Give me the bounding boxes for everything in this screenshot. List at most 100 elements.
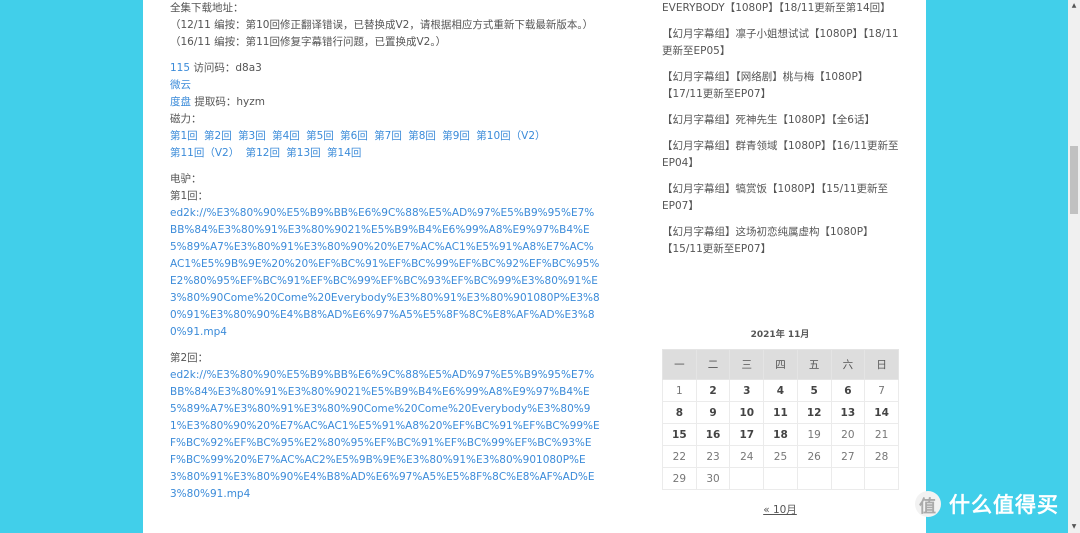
- edonkey-episode: 第1回： ed2k://%E3%80%90%E5%B9%BB%E6%9C%88%…: [170, 188, 600, 341]
- edit-notes: （12/11 编按：第10回修正翻译错误，已替换成V2，请根据相应方式重新下载最…: [170, 17, 600, 51]
- page-content: 全集下载地址： （12/11 编按：第10回修正翻译错误，已替换成V2，请根据相…: [143, 0, 926, 533]
- calendar-empty-cell: [864, 467, 899, 490]
- calendar-days: 1 2 3 4 5 6 7 8 9 10 11 12 13 14 15 16 17 18 19 20 21 22 23 24 2…: [662, 379, 899, 490]
- recent-post-link[interactable]: 【幻月字幕组】凛子小姐想试试【1080P】【18/11更新至EP05】: [662, 26, 902, 60]
- pan115-line: 115 访问码：d8a3: [170, 60, 600, 77]
- magnet-section: 磁力： 第1回 第2回 第3回 第4回 第5回 第6回 第7回 第8回 第9回 …: [170, 111, 600, 162]
- calendar-weekdays: 一二三四五六日: [662, 349, 899, 380]
- recent-post-link[interactable]: 【幻月字幕组】这场初恋纯属虚构【1080P】【15/11更新至EP07】: [662, 224, 902, 258]
- ed2k-link[interactable]: ed2k://%E3%80%90%E5%B9%BB%E6%9C%88%E5%AD…: [170, 205, 600, 341]
- calendar-day: 22: [662, 445, 697, 468]
- calendar-day: 28: [864, 445, 899, 468]
- calendar-day[interactable]: 13: [830, 401, 866, 424]
- recent-post-link[interactable]: 【幻月字幕组】犒赏饭【1080P】【15/11更新至EP07】: [662, 181, 902, 215]
- calendar-day[interactable]: 4: [763, 379, 798, 402]
- pan115-link[interactable]: 115: [170, 62, 190, 74]
- calendar-day[interactable]: 18: [763, 423, 798, 446]
- weekday-header: 一: [662, 349, 697, 380]
- scroll-down-arrow-icon[interactable]: ▼: [1068, 521, 1080, 533]
- weekday-header: 日: [864, 349, 899, 380]
- calendar-title: 2021年 11月: [750, 330, 810, 340]
- calendar-day[interactable]: 6: [830, 379, 866, 402]
- calendar-day[interactable]: 14: [864, 401, 899, 424]
- calendar-day[interactable]: 16: [695, 423, 731, 446]
- weekday-header: 二: [695, 349, 731, 380]
- watermark-text: 什么值得买: [949, 493, 1059, 517]
- calendar-day: 21: [864, 423, 899, 446]
- baidu-line: 度盘 提取码：hyzm: [170, 94, 600, 111]
- calendar-week: 22 23 24 25 26 27 28: [662, 445, 899, 468]
- calendar-day[interactable]: 5: [796, 379, 832, 402]
- calendar-day[interactable]: 10: [729, 401, 765, 424]
- zhi-badge-icon: 值: [915, 491, 941, 517]
- calendar-day: 24: [729, 445, 765, 468]
- ed2k-link[interactable]: ed2k://%E3%80%90%E5%B9%BB%E6%9C%88%E5%AD…: [170, 367, 600, 503]
- calendar-empty-cell: [763, 467, 798, 490]
- calendar-prev-month-link[interactable]: « 10月: [662, 502, 898, 517]
- scrollbar-thumb[interactable]: [1070, 146, 1078, 214]
- post-body: 全集下载地址： （12/11 编按：第10回修正翻译错误，已替换成V2，请根据相…: [170, 0, 600, 512]
- magnet-episode-link[interactable]: 第14回: [327, 147, 361, 159]
- calendar-day: 29: [662, 467, 697, 490]
- baidu-link[interactable]: 度盘: [170, 96, 191, 108]
- calendar-day: 30: [695, 467, 731, 490]
- magnet-episode-link[interactable]: 第5回: [306, 130, 334, 142]
- calendar-empty-cell: [830, 467, 866, 490]
- watermark-logo: 值 什么值得买: [915, 489, 1059, 519]
- recent-posts: EVERYBODY【1080P】【18/11更新至第14回】 【幻月字幕组】凛子…: [662, 0, 902, 267]
- calendar-week: 15 16 17 18 19 20 21: [662, 423, 899, 446]
- magnet-episode-link[interactable]: 第7回: [374, 130, 402, 142]
- magnet-episode-link[interactable]: 第10回（V2）: [476, 130, 545, 142]
- episode-label: 第2回：: [170, 352, 209, 364]
- calendar-day: 20: [830, 423, 866, 446]
- edonkey-episode: 第2回： ed2k://%E3%80%90%E5%B9%BB%E6%9C%88%…: [170, 350, 600, 503]
- calendar-day: 7: [864, 379, 899, 402]
- calendar-day: 1: [662, 379, 697, 402]
- download-heading: 全集下载地址：: [170, 2, 244, 14]
- recent-post-link[interactable]: 【幻月字幕组】【网络剧】桃与梅【1080P】【17/11更新至EP07】: [662, 69, 902, 103]
- calendar: 一二三四五六日 1 2 3 4 5 6 7 8 9 10 11 12 13 14 15 16 17 18 19 20 2…: [662, 349, 899, 490]
- weekday-header: 五: [796, 349, 832, 380]
- baidu-code: 提取码：hyzm: [191, 96, 265, 108]
- calendar-empty-cell: [729, 467, 765, 490]
- calendar-day[interactable]: 17: [729, 423, 765, 446]
- recent-post-link[interactable]: 【幻月字幕组】死神先生【1080P】【全6话】: [662, 112, 902, 129]
- calendar-day[interactable]: 15: [662, 423, 697, 446]
- calendar-day[interactable]: 3: [729, 379, 765, 402]
- calendar-day: 26: [796, 445, 832, 468]
- magnet-episode-link[interactable]: 第9回: [442, 130, 470, 142]
- calendar-week: 1234567: [662, 379, 899, 402]
- pan115-code: 访问码：d8a3: [190, 62, 262, 74]
- magnet-episode-link[interactable]: 第2回: [204, 130, 232, 142]
- weekday-header: 四: [763, 349, 798, 380]
- calendar-day[interactable]: 8: [662, 401, 697, 424]
- magnet-episode-link[interactable]: 第11回（V2）: [170, 147, 239, 159]
- vertical-scrollbar[interactable]: ▲ ▼: [1068, 0, 1080, 533]
- edonkey-label: 电驴：: [170, 173, 202, 185]
- calendar-day: 19: [796, 423, 832, 446]
- calendar-day[interactable]: 12: [796, 401, 832, 424]
- episode-label: 第1回：: [170, 190, 209, 202]
- weiyun-link[interactable]: 微云: [170, 79, 191, 91]
- weekday-header: 六: [830, 349, 866, 380]
- magnet-episode-link[interactable]: 第8回: [408, 130, 436, 142]
- magnet-episode-link[interactable]: 第12回: [246, 147, 280, 159]
- magnet-episode-link[interactable]: 第6回: [340, 130, 368, 142]
- magnet-episode-link[interactable]: 第1回: [170, 130, 198, 142]
- calendar-empty-cell: [796, 467, 832, 490]
- calendar-day: 27: [830, 445, 866, 468]
- calendar-day: 23: [695, 445, 731, 468]
- calendar-day[interactable]: 2: [695, 379, 731, 402]
- calendar-day[interactable]: 9: [695, 401, 731, 424]
- scroll-up-arrow-icon[interactable]: ▲: [1068, 0, 1080, 12]
- magnet-episode-link[interactable]: 第3回: [238, 130, 266, 142]
- weekday-header: 三: [729, 349, 765, 380]
- recent-post-link[interactable]: EVERYBODY【1080P】【18/11更新至第14回】: [662, 0, 902, 17]
- magnet-episode-link[interactable]: 第4回: [272, 130, 300, 142]
- calendar-day: 25: [763, 445, 798, 468]
- magnet-links: 第1回 第2回 第3回 第4回 第5回 第6回 第7回 第8回 第9回 第10回…: [170, 128, 600, 162]
- recent-post-link[interactable]: 【幻月字幕组】群青领域【1080P】【16/11更新至EP04】: [662, 138, 902, 172]
- magnet-episode-link[interactable]: 第13回: [286, 147, 320, 159]
- calendar-day[interactable]: 11: [763, 401, 798, 424]
- weiyun-line: 微云: [170, 77, 600, 94]
